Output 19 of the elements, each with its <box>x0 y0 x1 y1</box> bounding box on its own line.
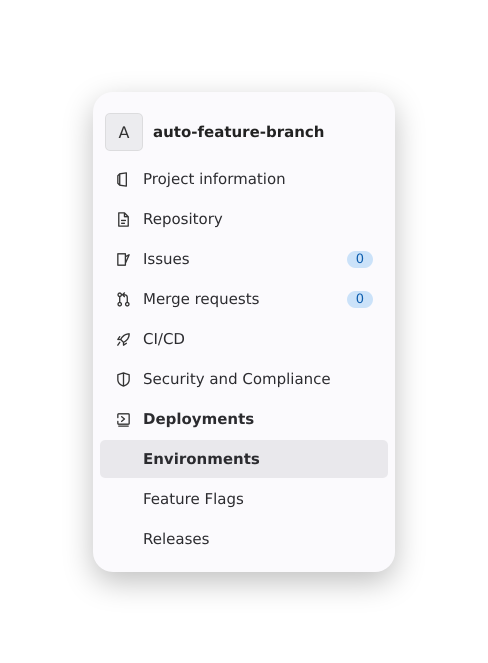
menu-item[interactable]: Security and Compliance <box>100 360 388 398</box>
submenu-item[interactable]: Feature Flags <box>100 480 388 518</box>
project-avatar[interactable]: A <box>105 113 143 151</box>
count-badge: 0 <box>346 250 373 268</box>
count-badge: 0 <box>346 290 373 308</box>
shield-icon <box>115 370 132 388</box>
menu-item[interactable]: Merge requests 0 <box>100 280 388 318</box>
file-icon <box>115 210 132 228</box>
menu-item[interactable]: Repository <box>100 200 388 238</box>
note-icon <box>115 250 132 268</box>
menu-item[interactable]: CI/CD <box>100 320 388 358</box>
merge-icon <box>115 290 132 308</box>
submenu-item[interactable]: Releases <box>100 520 388 558</box>
rocket-icon <box>115 330 132 348</box>
project-name[interactable]: auto-feature-branch <box>153 123 324 141</box>
menu-item[interactable]: Issues 0 <box>100 240 388 278</box>
menu-item[interactable]: Deployments <box>100 400 388 438</box>
submenu-item[interactable]: Environments <box>100 440 388 478</box>
menu-item[interactable]: Project information <box>100 160 388 198</box>
